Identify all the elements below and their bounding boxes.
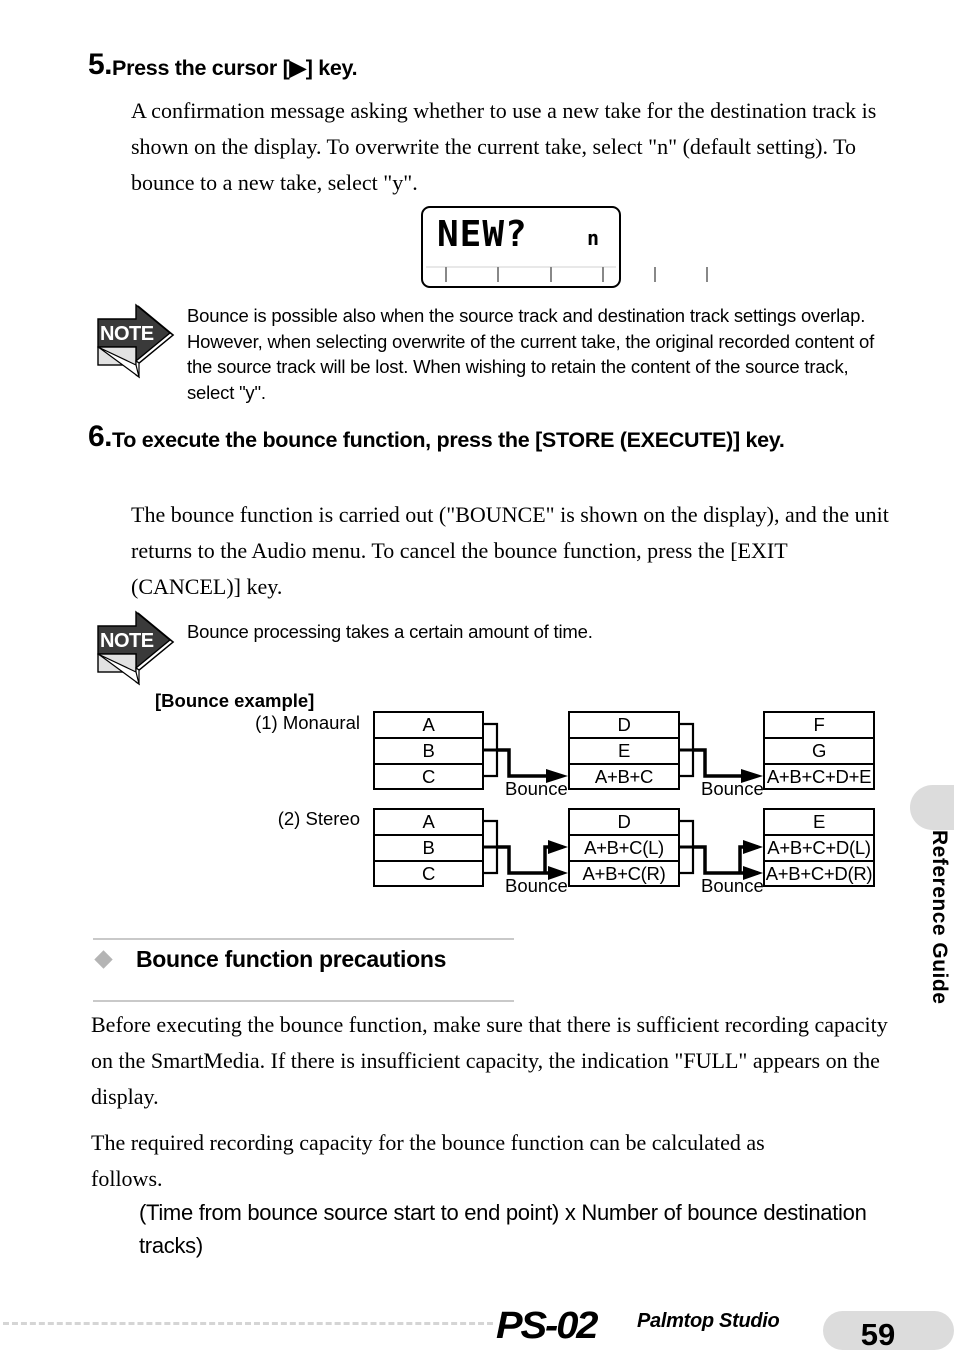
section-rule-top [93, 938, 514, 940]
precautions-paragraph-2: The required recording capacity for the … [91, 1130, 765, 1191]
diamond-bullet-icon [94, 950, 113, 969]
section-title: Bounce function precautions [136, 946, 447, 972]
manual-page: 5. Press the cursor [▶] key. A confirmat… [0, 0, 954, 1360]
capacity-formula: (Time from bounce source start to end po… [139, 1200, 867, 1258]
side-tab-label: Reference Guide [928, 830, 951, 1005]
footer-logo: PS-02 [496, 1305, 598, 1347]
page-number: 59 [860, 1317, 896, 1352]
footer-subtitle: Palmtop Studio [637, 1310, 780, 1332]
side-tab-marker [910, 785, 954, 830]
precautions-paragraph-1: Before executing the bounce function, ma… [91, 1012, 888, 1109]
section-rule-bottom [93, 1000, 514, 1002]
footer-dashed-rule [3, 1322, 493, 1325]
